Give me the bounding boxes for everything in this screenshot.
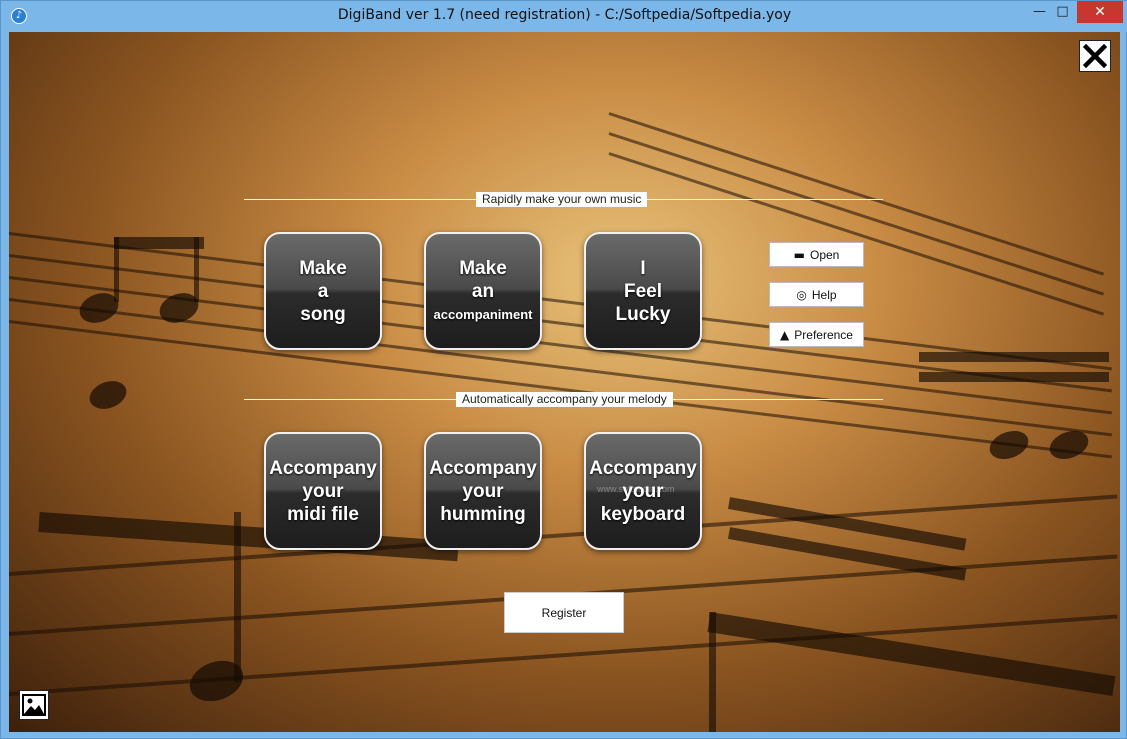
button-label-line: midi file xyxy=(287,503,359,525)
button-label-line: an xyxy=(471,280,495,302)
button-label-line: your xyxy=(462,480,504,502)
button-label-line: your xyxy=(302,480,344,502)
app-window: ♪ DigiBand ver 1.7 (need registration) -… xyxy=(0,0,1127,739)
section-label-bottom: Automatically accompany your melody xyxy=(456,392,673,407)
watermark: www.softpedia.com xyxy=(597,484,675,494)
button-label-line: Make xyxy=(299,257,347,279)
register-button[interactable]: Register xyxy=(504,592,624,633)
make-a-song-button[interactable]: Make a song xyxy=(264,232,382,350)
make-an-accompaniment-button[interactable]: Make an accompaniment xyxy=(424,232,542,350)
lifebuoy-icon: ◎ xyxy=(796,287,807,302)
button-label-line: accompaniment xyxy=(433,306,533,322)
button-label-line: song xyxy=(300,303,346,325)
main-panel: Rapidly make your own music Make a song … xyxy=(9,32,1120,732)
close-app-icon[interactable] xyxy=(1079,40,1111,72)
open-label: Open xyxy=(809,247,840,262)
folder-icon: ▬ xyxy=(793,247,805,262)
button-label-line: Feel xyxy=(623,280,663,302)
preference-label: Preference xyxy=(794,327,853,342)
accompany-humming-button[interactable]: Accompany your humming xyxy=(424,432,542,550)
open-button[interactable]: ▬ Open xyxy=(769,242,864,267)
button-label-line: humming xyxy=(440,503,526,525)
button-label-line: Accompany xyxy=(429,457,537,479)
button-label-line: Make xyxy=(459,257,507,279)
close-window-button[interactable]: ✕ xyxy=(1077,1,1123,23)
preference-button[interactable]: ▲ Preference xyxy=(769,322,864,347)
accompany-midi-file-button[interactable]: Accompany your midi file xyxy=(264,432,382,550)
section-label-top: Rapidly make your own music xyxy=(476,192,648,207)
maximize-button[interactable]: □ xyxy=(1049,1,1076,23)
change-background-icon[interactable] xyxy=(19,690,49,720)
help-button[interactable]: ◎ Help xyxy=(769,282,864,307)
help-label: Help xyxy=(811,287,837,302)
title-bar[interactable]: ♪ DigiBand ver 1.7 (need registration) -… xyxy=(1,1,1127,32)
window-title: DigiBand ver 1.7 (need registration) - C… xyxy=(337,7,792,23)
button-label-line: Accompany xyxy=(269,457,377,479)
button-label-line: a xyxy=(317,280,329,302)
button-label-line: Lucky xyxy=(615,303,671,325)
i-feel-lucky-button[interactable]: I Feel Lucky xyxy=(584,232,702,350)
cone-icon: ▲ xyxy=(780,327,790,342)
button-label-line: I xyxy=(640,257,646,279)
button-label-line: keyboard xyxy=(600,503,686,525)
button-label-line: Accompany xyxy=(589,457,697,479)
